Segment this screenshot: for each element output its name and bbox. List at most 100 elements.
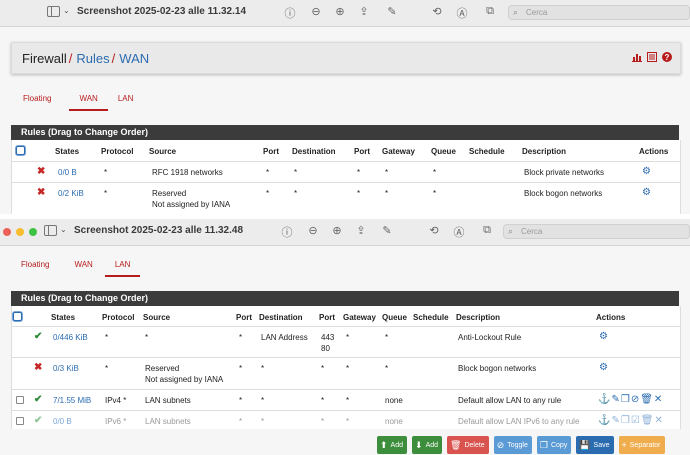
annotate-icon[interactable]: Ⓐ: [456, 5, 468, 21]
anchor-icon[interactable]: ⚓: [598, 394, 610, 405]
add-top-button[interactable]: ⬆ Add: [377, 436, 408, 454]
table-row[interactable]: ✖ 0/2 KiB * Reserved Not assigned by IAN…: [12, 183, 680, 214]
tab-wan[interactable]: WAN: [64, 260, 102, 269]
states-link[interactable]: 0/0 B: [58, 168, 77, 177]
breadcrumb-wan-link[interactable]: WAN: [119, 51, 149, 66]
gear-icon[interactable]: ⚙: [642, 187, 651, 198]
disable-icon[interactable]: ⊘: [631, 394, 639, 405]
breadcrumb-bar: Firewall / Rules / WAN ?: [11, 42, 681, 74]
window-title: Screenshot 2025-02-23 alle 11.32.48: [74, 225, 244, 236]
info-icon[interactable]: ⓘ: [281, 224, 293, 240]
col-schedule: Schedule: [469, 147, 505, 156]
add-bottom-button[interactable]: ⬇ Add: [412, 436, 443, 454]
states-link[interactable]: 0/3 KiB: [53, 364, 79, 373]
chart-icon[interactable]: [632, 52, 642, 62]
dest-port-value: *: [321, 417, 325, 426]
search-placeholder: Cerca: [526, 8, 548, 17]
states-link[interactable]: 0/2 KiB: [58, 189, 84, 198]
col-source: Source: [149, 147, 177, 156]
delete-label: Delete: [464, 441, 485, 449]
col-description: Description: [456, 313, 501, 322]
zoom-out-icon[interactable]: ⊖: [310, 5, 322, 18]
zoom-window-icon[interactable]: [29, 228, 37, 236]
rotate-icon[interactable]: ⟲: [428, 224, 440, 237]
save-button[interactable]: 💾 Save: [576, 436, 614, 454]
table-row[interactable]: ✖ 0/3 KiB * Reserved Not assigned by IAN…: [12, 358, 680, 390]
edit-pencil-icon[interactable]: ✎: [611, 415, 619, 426]
rotate-icon[interactable]: ⟲: [431, 5, 443, 18]
share-icon[interactable]: ⇪: [358, 5, 370, 18]
tab-lan[interactable]: LAN: [108, 94, 144, 103]
description-value: Anti-Lockout Rule: [458, 333, 522, 342]
tab-lan[interactable]: LAN: [104, 260, 141, 277]
info-icon[interactable]: ⓘ: [284, 5, 296, 21]
dest-port-value: *: [321, 364, 325, 373]
trash-icon[interactable]: 🗑: [640, 394, 653, 405]
search-field[interactable]: ⌕ Cerca: [508, 5, 690, 20]
copy-icon[interactable]: ❐: [621, 415, 630, 426]
log-list-icon[interactable]: [647, 52, 657, 62]
markup-pen-icon[interactable]: ✎: [381, 224, 393, 237]
crop-icon[interactable]: ⧉: [484, 5, 496, 18]
states-link[interactable]: 0/446 KiB: [53, 333, 88, 342]
zoom-in-icon[interactable]: ⊕: [331, 224, 343, 237]
interface-tabs: Floating WAN LAN: [11, 260, 141, 277]
sidebar-toggle-icon[interactable]: [47, 6, 60, 17]
gear-icon[interactable]: ⚙: [599, 331, 608, 342]
row-select-checkbox[interactable]: [16, 396, 24, 404]
copy-icon[interactable]: ❐: [621, 394, 630, 405]
rules-table: States Protocol Source Port Destination …: [11, 306, 681, 429]
trash-icon[interactable]: 🗑: [641, 415, 654, 426]
svg-text:?: ?: [665, 53, 670, 62]
row-select-checkbox[interactable]: [16, 417, 24, 425]
tab-floating[interactable]: Floating: [13, 94, 61, 103]
table-row[interactable]: ✔ 0/446 KiB * * * LAN Address 443 80 * *…: [12, 327, 680, 358]
markup-pen-icon[interactable]: ✎: [386, 5, 398, 18]
gateway-value: *: [346, 333, 350, 342]
share-icon[interactable]: ⇪: [355, 224, 367, 237]
copy-button[interactable]: ❐ Copy: [536, 436, 572, 454]
chevron-down-icon[interactable]: ⌄: [63, 6, 70, 15]
enable-check-icon[interactable]: ☑: [631, 415, 640, 426]
breadcrumb-rules-link[interactable]: Rules: [76, 51, 109, 66]
zoom-out-icon[interactable]: ⊖: [307, 224, 319, 237]
protocol-value: IPv6 *: [105, 417, 127, 426]
sidebar-toggle-icon[interactable]: [44, 225, 57, 236]
table-row[interactable]: ✖ 0/0 B * RFC 1918 networks * * * * * Bl…: [12, 162, 680, 183]
separator-label: Separator: [629, 441, 661, 449]
add-bottom-label: Add: [425, 441, 439, 449]
toggle-button[interactable]: ⊘ Toggle: [493, 436, 532, 454]
gear-icon[interactable]: ⚙: [599, 362, 608, 373]
tab-floating[interactable]: Floating: [11, 260, 59, 269]
select-all-checkbox[interactable]: [16, 146, 25, 155]
annotate-icon[interactable]: Ⓐ: [453, 224, 465, 240]
col-port: Port: [236, 313, 252, 322]
close-window-icon[interactable]: [3, 228, 11, 236]
edit-pencil-icon[interactable]: ✎: [611, 394, 619, 405]
delete-button[interactable]: 🗑 Delete: [447, 436, 489, 454]
states-link[interactable]: 0/0 B: [53, 417, 72, 426]
tab-wan[interactable]: WAN: [69, 94, 109, 111]
delete-x-icon[interactable]: ✕: [654, 415, 662, 426]
protocol-value: *: [104, 189, 108, 198]
select-all-checkbox[interactable]: [13, 312, 22, 321]
search-field[interactable]: ⌕ Cerca: [503, 224, 690, 239]
source-value: LAN subnets: [145, 396, 191, 405]
col-dest-port: Port: [319, 313, 335, 322]
help-icon[interactable]: ?: [662, 52, 672, 62]
crop-icon[interactable]: ⧉: [481, 224, 493, 237]
zoom-in-icon[interactable]: ⊕: [334, 5, 346, 18]
anchor-icon[interactable]: ⚓: [598, 415, 610, 426]
separator-button[interactable]: + Separator: [618, 436, 665, 454]
gateway-value: *: [346, 417, 350, 426]
table-row[interactable]: ✔ 7/1.55 MiB IPv4 * LAN subnets * * * * …: [12, 390, 680, 411]
gear-icon[interactable]: ⚙: [642, 166, 651, 177]
table-row[interactable]: ✔ 0/0 B IPv6 * LAN subnets * * * * none …: [12, 411, 680, 431]
breadcrumb: Firewall / Rules / WAN: [22, 51, 149, 66]
delete-x-icon[interactable]: ✕: [654, 394, 662, 405]
chevron-down-icon[interactable]: ⌄: [60, 225, 67, 234]
col-dest-port: Port: [354, 147, 370, 156]
states-link[interactable]: 7/1.55 MiB: [53, 396, 91, 405]
minimize-window-icon[interactable]: [16, 228, 24, 236]
destination-value: *: [261, 396, 265, 405]
